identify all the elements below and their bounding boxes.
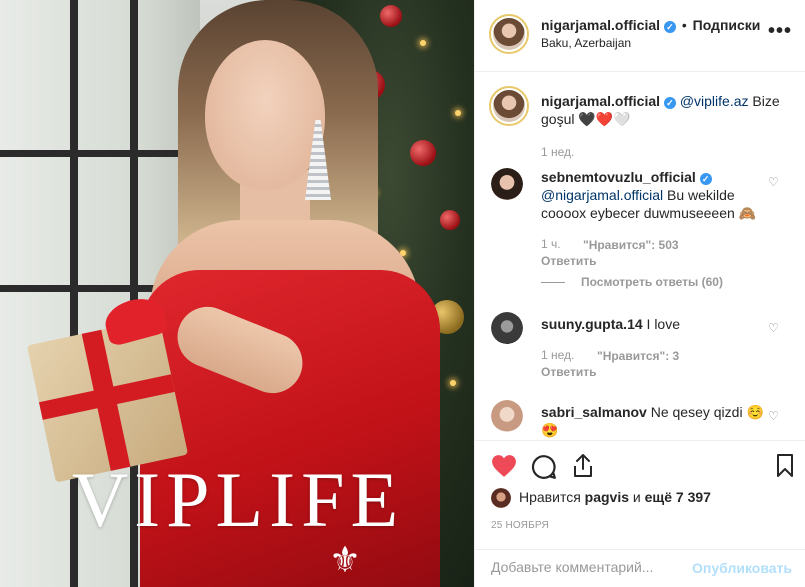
post-actions: Нравится pagvis и ещё 7 397 25 НОЯБРЯ: [475, 440, 805, 550]
header-username[interactable]: nigarjamal.official: [541, 17, 660, 33]
comment-time[interactable]: 1 нед.: [541, 348, 574, 362]
key-ornament-icon: ⚜: [328, 540, 362, 581]
post-photo[interactable]: VIPLIFE ⚜: [0, 0, 474, 587]
post-side-panel: nigarjamal.official ✓ • Подписки Baku, A…: [474, 0, 805, 587]
more-options-icon[interactable]: •••: [768, 20, 792, 43]
ornament: [410, 140, 436, 166]
view-replies-dash: [541, 282, 565, 284]
tree-light: [420, 40, 426, 46]
avatar[interactable]: [491, 488, 511, 508]
comment-input[interactable]: [491, 559, 691, 575]
comment-like-icon[interactable]: ♡: [768, 410, 780, 422]
likes-others[interactable]: ещё 7 397: [645, 489, 711, 505]
reply-button[interactable]: Ответить: [541, 254, 596, 268]
verified-icon: ✓: [699, 173, 712, 185]
post-header: nigarjamal.official ✓ • Подписки Baku, A…: [475, 0, 805, 72]
bookmark-icon[interactable]: [776, 454, 794, 478]
window-frame: [0, 150, 200, 157]
ornament: [440, 210, 460, 230]
viplife-watermark: VIPLIFE: [71, 456, 405, 543]
like-heart-icon[interactable]: [491, 454, 517, 478]
post-comment-button[interactable]: Опубликовать: [692, 560, 792, 576]
comment-username[interactable]: suuny.gupta.14: [541, 316, 643, 332]
comment-text: sabri_salmanov Ne qesey qizdi ☺️ 😍: [541, 403, 766, 439]
view-replies-label: Посмотреть ответы (60): [581, 275, 723, 289]
caption-time[interactable]: 1 нед.: [541, 145, 574, 159]
comment-username[interactable]: sebnemtovuzlu_official: [541, 169, 696, 185]
follow-button[interactable]: Подписки: [693, 17, 761, 33]
ornament: [380, 5, 402, 27]
location-link[interactable]: Baku, Azerbaijan: [541, 36, 631, 50]
share-icon[interactable]: [571, 453, 595, 479]
header-separator: •: [681, 17, 687, 33]
tree-light: [450, 380, 456, 386]
tree-light: [455, 110, 461, 116]
comment-time[interactable]: 1 ч.: [541, 237, 561, 251]
comment-body: I love: [642, 316, 681, 332]
comment-like-icon[interactable]: ♡: [768, 176, 780, 188]
liked-by-user[interactable]: pagvis: [585, 489, 629, 505]
post-date[interactable]: 25 НОЯБРЯ: [491, 520, 549, 531]
comment-icon[interactable]: [531, 454, 557, 480]
avatar[interactable]: [489, 86, 529, 126]
comment-like-icon[interactable]: ♡: [768, 322, 780, 334]
comment-text: suuny.gupta.14 I love: [541, 315, 766, 333]
verified-icon: ✓: [663, 21, 676, 33]
verified-icon: ✓: [663, 97, 676, 109]
reply-button[interactable]: Ответить: [541, 365, 596, 379]
avatar[interactable]: [491, 168, 523, 200]
add-comment-bar: Опубликовать: [475, 549, 805, 587]
comment-mention[interactable]: @nigarjamal.official: [541, 187, 663, 203]
comment-username[interactable]: sabri_salmanov: [541, 404, 647, 420]
likes-summary[interactable]: Нравится pagvis и ещё 7 397: [519, 489, 711, 505]
view-replies-button[interactable]: Посмотреть ответы (60): [541, 275, 723, 289]
avatar[interactable]: [491, 312, 523, 344]
avatar[interactable]: [489, 14, 529, 54]
caption-text: nigarjamal.official ✓ @viplife.az Bize g…: [541, 92, 791, 128]
caption-username[interactable]: nigarjamal.official: [541, 93, 660, 109]
avatar[interactable]: [491, 400, 523, 432]
likes-prefix: Нравится: [519, 489, 585, 505]
comment-text: sebnemtovuzlu_official ✓ @nigarjamal.off…: [541, 168, 766, 222]
likes-joiner: и: [629, 489, 645, 505]
comment-likes[interactable]: "Нравится": 503: [583, 238, 679, 252]
caption-mention[interactable]: @viplife.az: [680, 93, 749, 109]
model-face: [205, 40, 325, 190]
comments-list[interactable]: nigarjamal.official ✓ @viplife.az Bize g…: [475, 72, 805, 440]
comment-likes[interactable]: "Нравится": 3: [597, 349, 679, 363]
header-title-row: nigarjamal.official ✓ • Подписки: [541, 17, 760, 33]
